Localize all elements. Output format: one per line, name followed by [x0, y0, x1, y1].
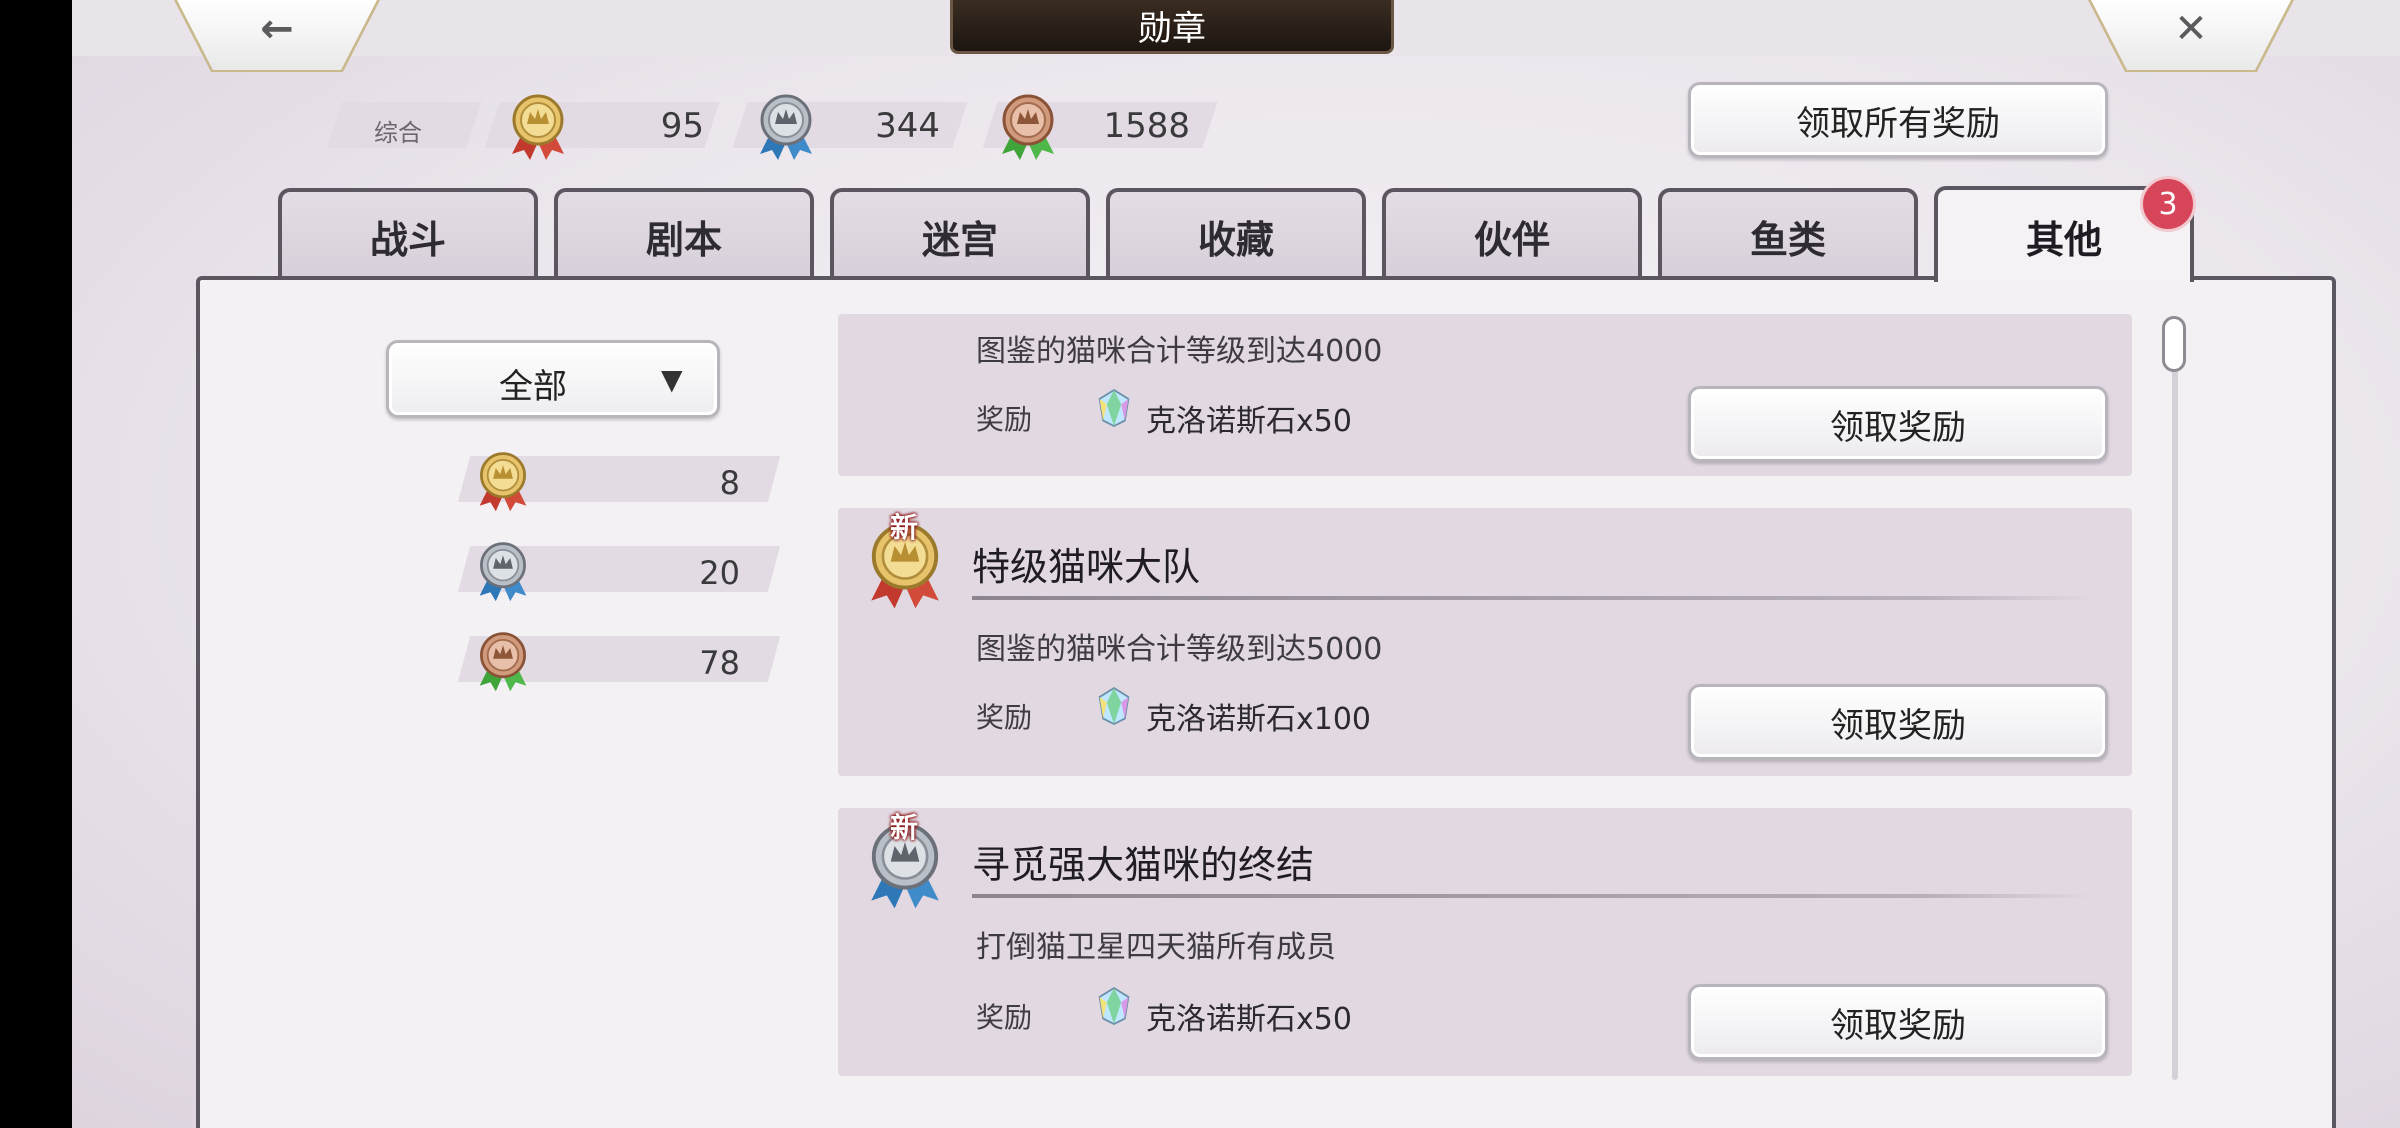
- silver-medal-icon: [476, 540, 530, 603]
- bronze-medal-icon: [476, 630, 530, 693]
- silver-count: 20: [699, 554, 740, 592]
- tab-story[interactable]: 剧本: [554, 188, 814, 280]
- reward-label: 奖励: [976, 403, 1033, 436]
- chronos-stone-icon: [1096, 986, 1132, 1026]
- summary-label: 综合: [374, 119, 422, 147]
- bronze-total: 1588: [1103, 106, 1190, 146]
- title-divider: [972, 596, 2092, 600]
- tab-label: 迷宫: [921, 217, 998, 262]
- page-title: 勋章: [1138, 9, 1206, 49]
- tab-label: 伙伴: [1473, 217, 1550, 262]
- game-screen: ← 勋章 ✕ 综合 95 344 1588 领取所有奖励 战斗 剧本 迷宫 收藏…: [72, 0, 2400, 1128]
- tab-companion[interactable]: 伙伴: [1382, 188, 1642, 280]
- claim-reward-label: 领取奖励: [1830, 407, 1966, 448]
- chronos-stone-icon: [1096, 686, 1132, 726]
- arrow-left-icon: ←: [260, 6, 294, 52]
- tab-label: 战斗: [369, 217, 446, 262]
- claim-reward-label: 领取奖励: [1830, 1005, 1966, 1046]
- reward-value: 克洛诺斯石x50: [1146, 404, 1352, 439]
- achievement-description: 图鉴的猫咪合计等级到达5000: [976, 632, 1383, 667]
- tab-label: 剧本: [645, 217, 722, 262]
- achievement-description: 打倒猫卫星四天猫所有成员: [976, 930, 1336, 965]
- tab-labyrinth[interactable]: 迷宫: [830, 188, 1090, 280]
- tab-collection[interactable]: 收藏: [1106, 188, 1366, 280]
- chevron-down-icon: ▼: [661, 363, 683, 396]
- claim-reward-label: 领取奖励: [1830, 705, 1966, 746]
- badge-count: 3: [2158, 186, 2178, 222]
- close-icon: ✕: [2174, 6, 2208, 52]
- tab-fish[interactable]: 鱼类: [1658, 188, 1918, 280]
- achievement-title: 寻觅强大猫咪的终结: [972, 843, 1315, 887]
- tab-label: 收藏: [1197, 217, 1274, 262]
- new-tag: 新: [890, 511, 919, 544]
- bronze-medal-icon: [998, 92, 1058, 162]
- gold-medal-icon: [476, 450, 530, 513]
- claim-all-button[interactable]: 领取所有奖励: [1688, 82, 2108, 158]
- achievement-title: 特级猫咪大队: [972, 545, 1201, 589]
- new-tag: 新: [890, 811, 919, 844]
- reward-value: 克洛诺斯石x100: [1146, 702, 1372, 737]
- gold-count: 8: [719, 464, 740, 502]
- title-divider: [972, 894, 2092, 898]
- tab-label: 鱼类: [1749, 217, 1826, 262]
- medal-filter-dropdown[interactable]: 全部 ▼: [386, 340, 720, 418]
- tab-battle[interactable]: 战斗: [278, 188, 538, 280]
- silver-medal-icon: [756, 92, 816, 162]
- claim-reward-button[interactable]: 领取奖励: [1688, 984, 2108, 1060]
- scrollbar-track[interactable]: [2172, 320, 2178, 1080]
- tab-label: 其他: [2025, 217, 2102, 262]
- claim-reward-button[interactable]: 领取奖励: [1688, 386, 2108, 462]
- claim-reward-button[interactable]: 领取奖励: [1688, 684, 2108, 760]
- reward-label: 奖励: [976, 701, 1033, 734]
- scrollbar-thumb[interactable]: [2162, 316, 2186, 372]
- claim-all-label: 领取所有奖励: [1796, 103, 2000, 144]
- bronze-count: 78: [699, 644, 740, 682]
- notification-badge: 3: [2140, 176, 2196, 232]
- silver-total: 344: [875, 106, 940, 146]
- gold-total: 95: [660, 106, 704, 146]
- page-title-plate: 勋章: [950, 0, 1394, 54]
- achievement-description: 图鉴的猫咪合计等级到达4000: [976, 334, 1383, 369]
- gold-medal-icon: [508, 92, 568, 162]
- chronos-stone-icon: [1096, 388, 1132, 428]
- filter-selected: 全部: [499, 367, 567, 407]
- reward-value: 克洛诺斯石x50: [1146, 1002, 1352, 1037]
- reward-label: 奖励: [976, 1001, 1033, 1034]
